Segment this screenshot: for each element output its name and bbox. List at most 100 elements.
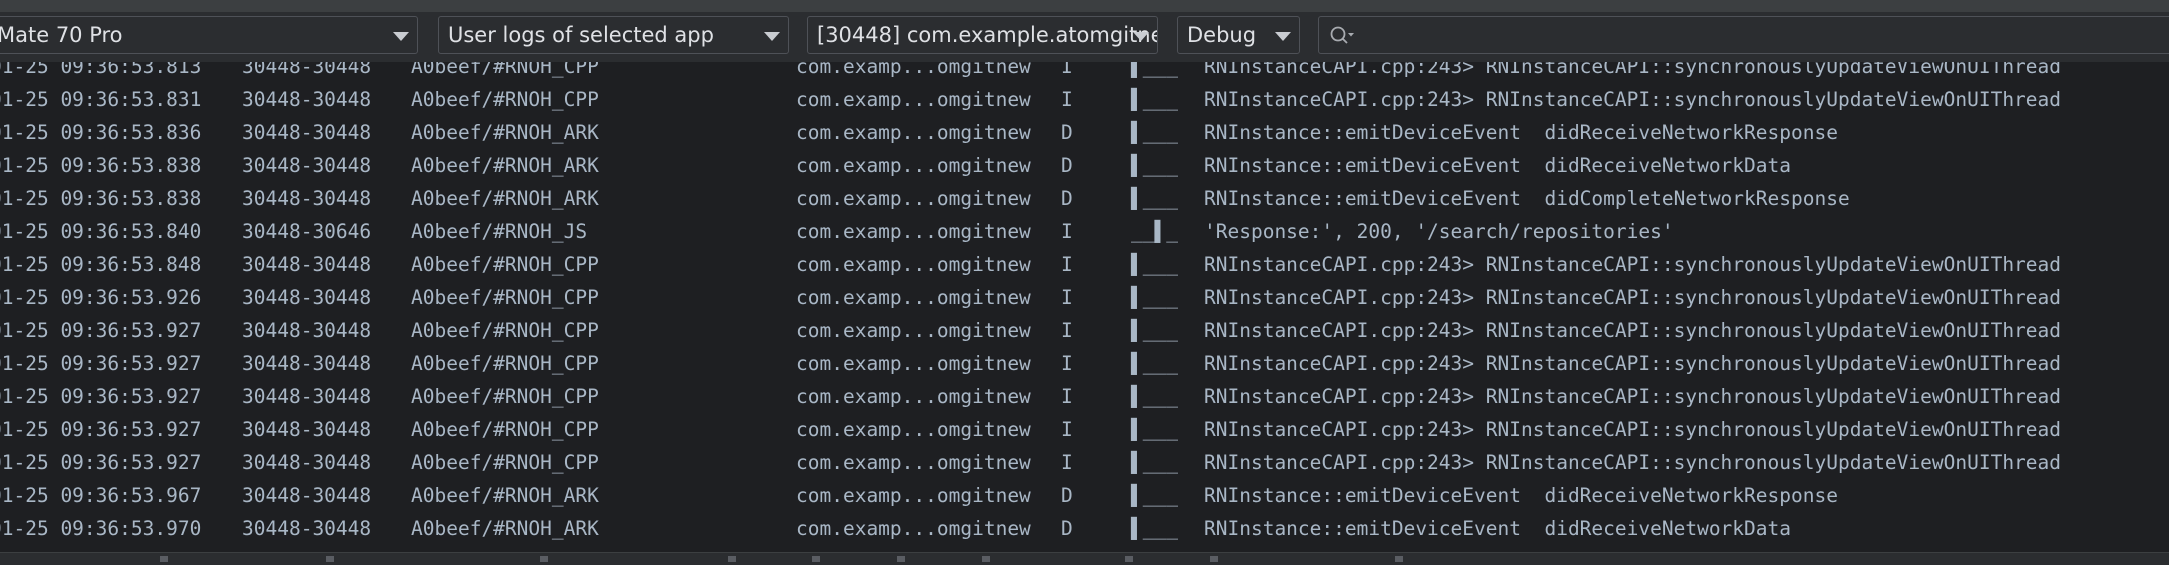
log-row[interactable]: 01-25 09:36:53.831 30448-30448 A0beef/#RNO… <box>0 83 2169 116</box>
log-row-thread-marker: ▌___ <box>1131 88 1178 111</box>
log-row-message: RNInstance::emitDeviceEvent didReceiveNe… <box>1204 121 1838 144</box>
log-row-thread-marker: ▌___ <box>1131 517 1178 540</box>
toolbar-icon[interactable] <box>540 556 548 562</box>
log-row[interactable]: 01-25 09:36:53.840 30448-30646 A0beef/#RNO… <box>0 215 2169 248</box>
toolbar-icon[interactable] <box>326 556 334 562</box>
log-row-timestamp: 01-25 09:36:53.831 <box>0 88 202 111</box>
device-select[interactable]: Mate 70 Pro <box>0 16 418 54</box>
log-row-package: com.examp...omgitnew <box>796 418 1031 441</box>
log-row-pid: 30448-30448 <box>242 121 372 144</box>
log-row-level: D <box>1061 517 1073 540</box>
log-row[interactable]: 01-25 09:36:53.927 30448-30448 A0beef/#RNO… <box>0 347 2169 380</box>
log-row-package: com.examp...omgitnew <box>796 253 1031 276</box>
log-row-pid: 30448-30448 <box>242 187 372 210</box>
log-row-message: RNInstanceCAPI.cpp:243> RNInstanceCAPI::… <box>1204 253 2062 276</box>
process-select-value: [30448] com.example.atomgitnew <box>817 23 1158 47</box>
log-row-level: D <box>1061 154 1073 177</box>
log-row[interactable]: 01-25 09:36:53.836 30448-30448 A0beef/#RNO… <box>0 116 2169 149</box>
log-row[interactable]: 01-25 09:36:53.970 30448-30448 A0beef/#RNO… <box>0 512 2169 545</box>
log-row-tag: A0beef/#RNOH_CPP <box>411 418 599 441</box>
chevron-down-icon <box>764 32 780 41</box>
log-row[interactable]: 01-25 09:36:53.838 30448-30448 A0beef/#RNO… <box>0 182 2169 215</box>
log-row-timestamp: 01-25 09:36:53.927 <box>0 385 202 408</box>
log-row-message: RNInstanceCAPI.cpp:243> RNInstanceCAPI::… <box>1204 88 2062 111</box>
log-row-tag: A0beef/#RNOH_CPP <box>411 451 599 474</box>
log-search-input[interactable] <box>1318 16 2169 54</box>
log-row-tag: A0beef/#RNOH_ARK <box>411 121 599 144</box>
log-row-tag: A0beef/#RNOH_CPP <box>411 253 599 276</box>
log-row-timestamp: 01-25 09:36:53.840 <box>0 220 202 243</box>
log-row-package: com.examp...omgitnew <box>796 484 1031 507</box>
toolbar-icon[interactable] <box>728 556 736 562</box>
log-level-select[interactable]: Debug <box>1177 16 1300 54</box>
log-row-message: RNInstance::emitDeviceEvent didCompleteN… <box>1204 187 1850 210</box>
toolbar-icon[interactable] <box>1395 556 1403 562</box>
log-row-pid: 30448-30448 <box>242 418 372 441</box>
log-row[interactable]: 01-25 09:36:53.927 30448-30448 A0beef/#RNO… <box>0 413 2169 446</box>
log-row[interactable]: 01-25 09:36:53.838 30448-30448 A0beef/#RNO… <box>0 149 2169 182</box>
chevron-down-icon <box>1133 32 1149 41</box>
toolbar-icon[interactable] <box>1210 556 1218 562</box>
log-row-level: I <box>1061 319 1073 342</box>
log-row-thread-marker: ▌___ <box>1131 484 1178 507</box>
log-row-package: com.examp...omgitnew <box>796 319 1031 342</box>
log-row-pid: 30448-30448 <box>242 319 372 342</box>
log-row-package: com.examp...omgitnew <box>796 121 1031 144</box>
log-row-message: RNInstanceCAPI.cpp:243> RNInstanceCAPI::… <box>1204 418 2062 441</box>
log-row-thread-marker: ▌___ <box>1131 187 1178 210</box>
log-level-select-value: Debug <box>1187 23 1257 47</box>
log-row-timestamp: 01-25 09:36:53.836 <box>0 121 202 144</box>
log-row-level: D <box>1061 484 1073 507</box>
log-row-thread-marker: ▌___ <box>1131 154 1178 177</box>
log-row[interactable]: 01-25 09:36:53.927 30448-30448 A0beef/#RNO… <box>0 446 2169 479</box>
log-row[interactable]: 01-25 09:36:53.967 30448-30448 A0beef/#RNO… <box>0 479 2169 512</box>
log-row-message: RNInstance::emitDeviceEvent didReceiveNe… <box>1204 484 1838 507</box>
log-list[interactable]: 01-25 09:36:53.813 30448-30448 A0beef/#RNO… <box>0 62 2169 552</box>
log-row-timestamp: 01-25 09:36:53.838 <box>0 187 202 210</box>
log-row-pid: 30448-30448 <box>242 451 372 474</box>
log-row-timestamp: 01-25 09:36:53.967 <box>0 484 202 507</box>
log-row-thread-marker: ▌___ <box>1131 62 1178 78</box>
log-row-message: RNInstanceCAPI.cpp:243> RNInstanceCAPI::… <box>1204 286 2062 309</box>
log-row-tag: A0beef/#RNOH_CPP <box>411 286 599 309</box>
log-row-timestamp: 01-25 09:36:53.927 <box>0 451 202 474</box>
log-row[interactable]: 01-25 09:36:53.813 30448-30448 A0beef/#RNO… <box>0 62 2169 83</box>
log-row[interactable]: 01-25 09:36:53.927 30448-30448 A0beef/#RNO… <box>0 314 2169 347</box>
log-row-pid: 30448-30448 <box>242 286 372 309</box>
log-row-level: I <box>1061 385 1073 408</box>
log-row-thread-marker: ▌___ <box>1131 451 1178 474</box>
log-row-package: com.examp...omgitnew <box>796 352 1031 375</box>
toolbar-icon[interactable] <box>982 556 990 562</box>
process-select[interactable]: [30448] com.example.atomgitnew <box>807 16 1158 54</box>
log-row-package: com.examp...omgitnew <box>796 220 1031 243</box>
log-row-pid: 30448-30448 <box>242 517 372 540</box>
log-row-level: D <box>1061 121 1073 144</box>
log-row-timestamp: 01-25 09:36:53.927 <box>0 319 202 342</box>
log-row-thread-marker: ▌___ <box>1131 385 1178 408</box>
log-row[interactable]: 01-25 09:36:53.848 30448-30448 A0beef/#RNO… <box>0 248 2169 281</box>
log-row-message: RNInstanceCAPI.cpp:243> RNInstanceCAPI::… <box>1204 62 2062 78</box>
log-row-pid: 30448-30448 <box>242 352 372 375</box>
log-row-pid: 30448-30448 <box>242 484 372 507</box>
log-row-timestamp: 01-25 09:36:53.970 <box>0 517 202 540</box>
log-row-tag: A0beef/#RNOH_CPP <box>411 385 599 408</box>
log-scope-select[interactable]: User logs of selected app <box>438 16 789 54</box>
log-row-level: I <box>1061 286 1073 309</box>
log-row-tag: A0beef/#RNOH_CPP <box>411 319 599 342</box>
toolbar-icon[interactable] <box>160 556 168 562</box>
log-row-pid: 30448-30448 <box>242 253 372 276</box>
toolbar-icon[interactable] <box>812 556 820 562</box>
log-row-thread-marker: ▌___ <box>1131 286 1178 309</box>
toolbar-icon[interactable] <box>1125 556 1133 562</box>
log-row-tag: A0beef/#RNOH_ARK <box>411 187 599 210</box>
log-row[interactable]: 01-25 09:36:53.926 30448-30448 A0beef/#RNO… <box>0 281 2169 314</box>
log-row[interactable]: 01-25 09:36:53.927 30448-30448 A0beef/#RNO… <box>0 380 2169 413</box>
log-row-level: I <box>1061 352 1073 375</box>
log-row-thread-marker: ▌___ <box>1131 253 1178 276</box>
toolbar-icon[interactable] <box>897 556 905 562</box>
log-row-package: com.examp...omgitnew <box>796 187 1031 210</box>
log-row-level: I <box>1061 88 1073 111</box>
log-row-pid: 30448-30646 <box>242 220 372 243</box>
log-row-level: I <box>1061 253 1073 276</box>
log-row-message: 'Response:', 200, '/search/repositories' <box>1204 220 1674 243</box>
